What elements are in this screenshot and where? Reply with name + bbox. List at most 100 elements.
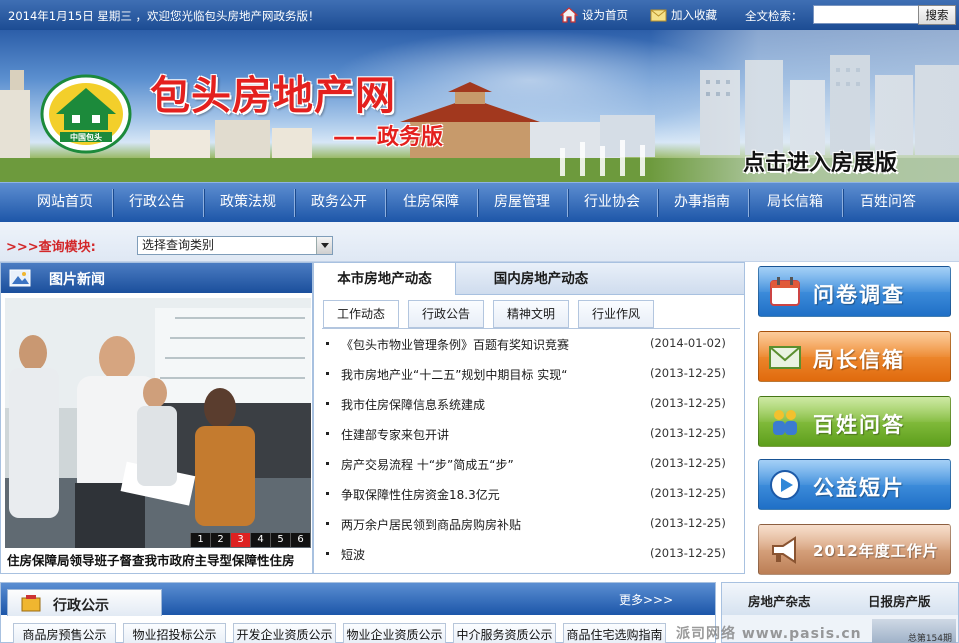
subtab-civilization[interactable]: 精神文明 xyxy=(493,300,569,328)
add-favorite-link[interactable]: 加入收藏 xyxy=(650,7,717,23)
public-qa-button[interactable]: 百姓问答 xyxy=(758,396,951,447)
nav-item-housing-security[interactable]: 住房保障 xyxy=(385,183,477,223)
query-module: >>>查询模块: 选择查询类别 xyxy=(0,222,959,262)
enter-expo-link[interactable]: 点击进入房展版 xyxy=(743,145,897,177)
favorite-icon xyxy=(650,9,667,21)
admin-notice-title: 行政公示 xyxy=(53,598,109,614)
picture-news-title: 图片新闻 xyxy=(49,272,105,288)
news-date: (2013-12-25) xyxy=(650,396,726,410)
site-logo[interactable]: 中国包头 xyxy=(40,74,132,157)
tab-local-dynamics[interactable]: 本市房地产动态 xyxy=(314,263,456,295)
tab-property-qualification[interactable]: 物业企业资质公示 xyxy=(343,623,446,643)
photo-caption[interactable]: 住房保障局领导班子督查我市政府主导型保障性住房 xyxy=(7,550,295,569)
tab-national-dynamics[interactable]: 国内房地产动态 xyxy=(456,263,626,295)
news-date: (2013-12-25) xyxy=(650,546,726,560)
magazine-tabs: 房地产杂志 日报房产版 xyxy=(722,583,958,615)
nav-item-gov-affairs[interactable]: 政务公开 xyxy=(294,183,384,223)
survey-button[interactable]: 问卷调查 xyxy=(758,266,951,317)
photo-page-1[interactable]: 1 xyxy=(190,533,210,547)
nav-item-announcements[interactable]: 行政公告 xyxy=(112,183,202,223)
nav-item-housing-management[interactable]: 房屋管理 xyxy=(477,183,567,223)
subtab-work-news[interactable]: 工作动态 xyxy=(323,300,399,328)
watermark: 派司网络 www.pasis.cn xyxy=(676,626,862,642)
news-date: (2013-12-25) xyxy=(650,426,726,440)
picture-news-header: 图片新闻 xyxy=(1,263,312,293)
annual-report-label: 2012年度工作片 xyxy=(813,542,939,560)
magazine-cover-thumbnail[interactable]: 总第154期 xyxy=(872,619,956,643)
photo-page-5[interactable]: 5 xyxy=(270,533,290,547)
director-mailbox-label: 局长信箱 xyxy=(813,348,905,372)
news-list-item[interactable]: 我市住房保障信息系统建成 (2013-12-25) xyxy=(324,393,736,415)
nav-item-director-mailbox[interactable]: 局长信箱 xyxy=(748,183,842,223)
set-home-link[interactable]: 设为首页 xyxy=(560,7,628,23)
subtab-admin-notice[interactable]: 行政公告 xyxy=(408,300,484,328)
photo-page-4[interactable]: 4 xyxy=(250,533,270,547)
bullet xyxy=(326,372,329,375)
tab-presale-notice[interactable]: 商品房预售公示 xyxy=(13,623,116,643)
nav-item-home[interactable]: 网站首页 xyxy=(20,183,110,223)
nav-item-public-qa[interactable]: 百姓问答 xyxy=(842,183,934,223)
news-title[interactable]: 两万余户居民领到商品房购房补贴 xyxy=(341,516,521,533)
news-list-item[interactable]: 住建部专家来包开讲 (2013-12-25) xyxy=(324,423,736,445)
nav-item-service-guide[interactable]: 办事指南 xyxy=(657,183,747,223)
news-title[interactable]: 住建部专家来包开讲 xyxy=(341,426,449,443)
bullet xyxy=(326,402,329,405)
news-title[interactable]: 《包头市物业管理条例》百题有奖知识竞赛 xyxy=(341,336,569,353)
search-input[interactable] xyxy=(813,5,934,24)
news-list-item[interactable]: 争取保障性住房资金18.3亿元 (2013-12-25) xyxy=(324,483,736,505)
director-mailbox-button[interactable]: 局长信箱 xyxy=(758,331,951,382)
news-title[interactable]: 短波 xyxy=(341,546,365,563)
psa-video-button[interactable]: 公益短片 xyxy=(758,459,951,510)
admin-notice-title-tab[interactable]: 行政公示 xyxy=(7,589,162,616)
news-title[interactable]: 我市房地产业“十二五”规划中期目标 实现“ xyxy=(341,366,567,383)
set-home-label: 设为首页 xyxy=(582,8,628,22)
home-icon xyxy=(560,7,578,23)
subtab-industry-conduct[interactable]: 行业作风 xyxy=(578,300,654,328)
picture-icon xyxy=(9,269,31,287)
public-qa-label: 百姓问答 xyxy=(813,413,905,437)
tab-real-estate-magazine[interactable]: 房地产杂志 xyxy=(748,591,811,610)
query-category-select[interactable]: 选择查询类别 xyxy=(137,236,333,255)
search-button[interactable]: 搜索 xyxy=(918,5,956,25)
news-title[interactable]: 房产交易流程 十“步”简成五“步” xyxy=(341,456,514,473)
news-list-item[interactable]: 短波 (2013-12-25) xyxy=(324,543,736,565)
news-date: (2013-12-25) xyxy=(650,456,726,470)
photo-page-3-active[interactable]: 3 xyxy=(230,533,250,547)
photo-page-2[interactable]: 2 xyxy=(210,533,230,547)
bullet xyxy=(326,342,329,345)
top-bar: 2014年1月15日 星期三 ，欢迎您光临包头房地产网政务版！ 设为首页 加入收… xyxy=(0,0,959,30)
calendar-icon xyxy=(770,277,800,306)
photo-page-6[interactable]: 6 xyxy=(290,533,310,547)
tab-developer-qualification[interactable]: 开发企业资质公示 xyxy=(233,623,336,643)
news-title[interactable]: 争取保障性住房资金18.3亿元 xyxy=(341,486,500,503)
news-panel: 本市房地产动态 国内房地产动态 工作动态 行政公告 精神文明 行业作风 《包头市… xyxy=(313,262,745,574)
people-icon xyxy=(773,410,797,435)
news-photo[interactable] xyxy=(5,298,311,548)
nav-item-industry-association[interactable]: 行业协会 xyxy=(567,183,657,223)
psa-video-label: 公益短片 xyxy=(813,476,905,500)
annual-report-button[interactable]: 2012年度工作片 xyxy=(758,524,951,575)
news-date: (2014-01-02) xyxy=(650,336,726,350)
site-subtitle: ——政务版 xyxy=(333,125,444,150)
news-list-item[interactable]: 两万余户居民领到商品房购房补贴 (2013-12-25) xyxy=(324,513,736,535)
photo-pager: 1 2 3 4 5 6 xyxy=(190,533,310,547)
tab-property-bidding[interactable]: 物业招投标公示 xyxy=(123,623,226,643)
bullet xyxy=(326,462,329,465)
search-label: 全文检索： xyxy=(745,9,803,23)
tab-housing-guide[interactable]: 商品住宅选购指南 xyxy=(563,623,666,643)
add-favorite-label: 加入收藏 xyxy=(671,8,717,22)
tab-agency-qualification[interactable]: 中介服务资质公示 xyxy=(453,623,556,643)
news-title[interactable]: 我市住房保障信息系统建成 xyxy=(341,396,485,413)
more-link[interactable]: 更多>>> xyxy=(619,591,673,608)
news-date: (2013-12-25) xyxy=(650,366,726,380)
date-greeting: 2014年1月15日 星期三 ，欢迎您光临包头房地产网政务版！ xyxy=(8,9,320,23)
news-list-item[interactable]: 房产交易流程 十“步”简成五“步” (2013-12-25) xyxy=(324,453,736,475)
news-list-item[interactable]: 我市房地产业“十二五”规划中期目标 实现“ (2013-12-25) xyxy=(324,363,736,385)
nav-item-policies[interactable]: 政策法规 xyxy=(203,183,293,223)
logo-text: 中国包头 xyxy=(70,132,102,142)
tab-daily-real-estate[interactable]: 日报房产版 xyxy=(868,591,931,610)
news-list-item[interactable]: 《包头市物业管理条例》百题有奖知识竞赛 (2014-01-02) xyxy=(324,333,736,355)
news-tabs: 本市房地产动态 国内房地产动态 xyxy=(314,263,744,295)
query-select-value: 选择查询类别 xyxy=(142,238,215,252)
chevron-down-icon[interactable] xyxy=(316,237,332,254)
